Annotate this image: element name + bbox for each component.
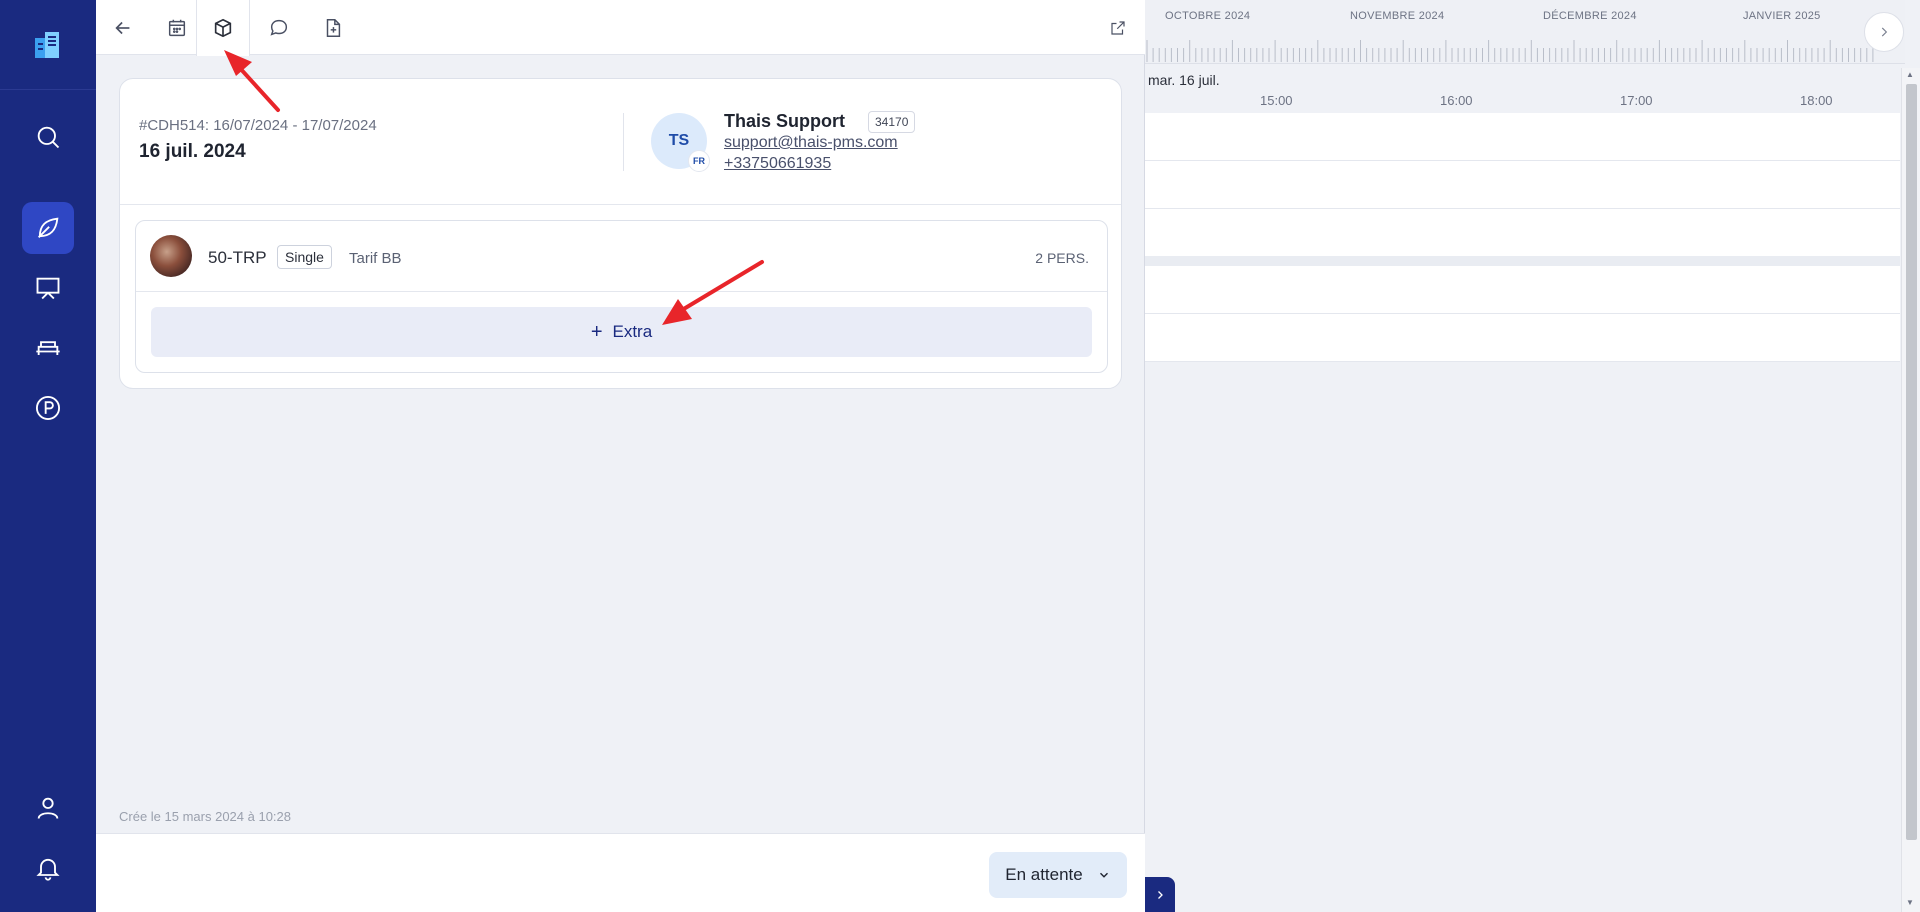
timeline-next-button[interactable] xyxy=(1864,12,1904,52)
back-button[interactable] xyxy=(96,0,150,55)
scroll-thumb[interactable] xyxy=(1906,84,1917,840)
expand-panel-button[interactable] xyxy=(1145,877,1175,912)
sidebar-item-planning[interactable] xyxy=(22,262,74,314)
month-label: DÉCEMBRE 2024 xyxy=(1543,10,1637,22)
chevron-right-icon xyxy=(1158,890,1163,899)
hour-label: 15:00 xyxy=(1260,93,1293,108)
scroll-down-icon[interactable]: ▼ xyxy=(1906,898,1914,907)
header-divider xyxy=(623,113,624,171)
hour-label: 18:00 xyxy=(1800,93,1833,108)
bed-icon xyxy=(36,341,60,355)
reservation-reference: #CDH514: 16/07/2024 - 17/07/2024 xyxy=(139,117,377,134)
room-line: 50-TRP Single Tarif BB 2 PERS. + Extra xyxy=(135,220,1108,373)
chevron-right-icon xyxy=(1881,27,1888,37)
room-code: 50-TRP xyxy=(208,248,267,267)
guest-email-link[interactable]: support@thais-pms.com xyxy=(724,134,898,152)
external-link-icon xyxy=(1111,20,1125,35)
tab-products[interactable] xyxy=(196,0,250,56)
guest-name[interactable]: Thais Support xyxy=(724,111,845,132)
reservation-date: 16 juil. 2024 xyxy=(139,141,246,162)
reservation-panel: #CDH514: 16/07/2024 - 17/07/2024 16 juil… xyxy=(96,0,1145,912)
month-label: OCTOBRE 2024 xyxy=(1165,10,1251,22)
bell-icon xyxy=(36,858,60,881)
tab-documents[interactable] xyxy=(306,0,360,55)
room-row[interactable]: 50-TRP Single Tarif BB 2 PERS. xyxy=(136,221,1107,292)
day-ticks xyxy=(1146,40,1874,62)
guest-language-flag: FR xyxy=(688,150,710,172)
timeline-scrollbar[interactable]: ▲ ▼ xyxy=(1901,68,1920,912)
add-extra-button[interactable]: + Extra xyxy=(151,307,1092,357)
leaf-icon xyxy=(38,217,59,238)
parking-icon xyxy=(35,395,61,421)
room-persons: 2 PERS. xyxy=(1035,250,1089,266)
box-icon xyxy=(214,18,232,38)
main-sidebar xyxy=(0,0,96,912)
row-group-divider xyxy=(1145,256,1900,266)
open-external-button[interactable] xyxy=(1091,0,1145,55)
timeline-row[interactable] xyxy=(1145,161,1900,209)
panel-toolbar xyxy=(96,0,1145,56)
search-icon xyxy=(37,126,60,149)
guest-phone-link[interactable]: +33750661935 xyxy=(724,155,831,173)
back-arrow-icon xyxy=(115,21,130,34)
chevron-down-icon xyxy=(1099,872,1108,878)
timeline-row[interactable] xyxy=(1145,113,1900,161)
sidebar-item-profile[interactable] xyxy=(22,782,74,834)
status-dropdown[interactable]: En attente xyxy=(989,852,1127,898)
scroll-up-icon[interactable]: ▲ xyxy=(1906,70,1914,79)
reservation-card: #CDH514: 16/07/2024 - 17/07/2024 16 juil… xyxy=(119,78,1122,389)
room-rate: Tarif BB xyxy=(349,250,402,267)
file-add-icon xyxy=(326,18,341,37)
sidebar-item-notifications[interactable] xyxy=(22,842,74,894)
timeline-row[interactable] xyxy=(1145,266,1900,314)
presentation-icon xyxy=(36,277,60,300)
month-label: JANVIER 2025 xyxy=(1743,10,1821,22)
plus-icon: + xyxy=(590,320,603,343)
created-timestamp: Crée le 15 mars 2024 à 10:28 xyxy=(119,809,291,824)
room-type-badge: Single xyxy=(277,245,332,269)
hour-label: 17:00 xyxy=(1620,93,1653,108)
sidebar-item-parking[interactable] xyxy=(22,382,74,434)
planning-timeline: OCTOBRE 2024 NOVEMBRE 2024 DÉCEMBRE 2024… xyxy=(1145,0,1920,912)
panel-footer: En attente xyxy=(96,833,1145,912)
search-button[interactable] xyxy=(22,111,74,163)
room-thumbnail xyxy=(150,235,192,277)
tab-messages[interactable] xyxy=(252,0,306,55)
app-logo[interactable] xyxy=(0,0,96,90)
month-label: NOVEMBRE 2024 xyxy=(1350,10,1445,22)
sidebar-item-rooms[interactable] xyxy=(22,322,74,374)
hotel-logo-icon xyxy=(35,31,59,58)
add-extra-label: Extra xyxy=(612,322,653,341)
chat-icon xyxy=(270,19,288,36)
user-icon xyxy=(37,797,59,819)
timeline-row[interactable] xyxy=(1145,209,1900,257)
guest-id-badge: 34170 xyxy=(868,111,916,133)
day-label: mar. 16 juil. xyxy=(1148,72,1220,88)
calendar-icon xyxy=(168,19,186,36)
status-label: En attente xyxy=(1005,865,1083,884)
reservation-header: #CDH514: 16/07/2024 - 17/07/2024 16 juil… xyxy=(120,79,1121,205)
hour-label: 16:00 xyxy=(1440,93,1473,108)
sidebar-item-reservations[interactable] xyxy=(22,202,74,254)
month-ruler: OCTOBRE 2024 NOVEMBRE 2024 DÉCEMBRE 2024… xyxy=(1145,0,1905,64)
timeline-row[interactable] xyxy=(1145,314,1900,362)
